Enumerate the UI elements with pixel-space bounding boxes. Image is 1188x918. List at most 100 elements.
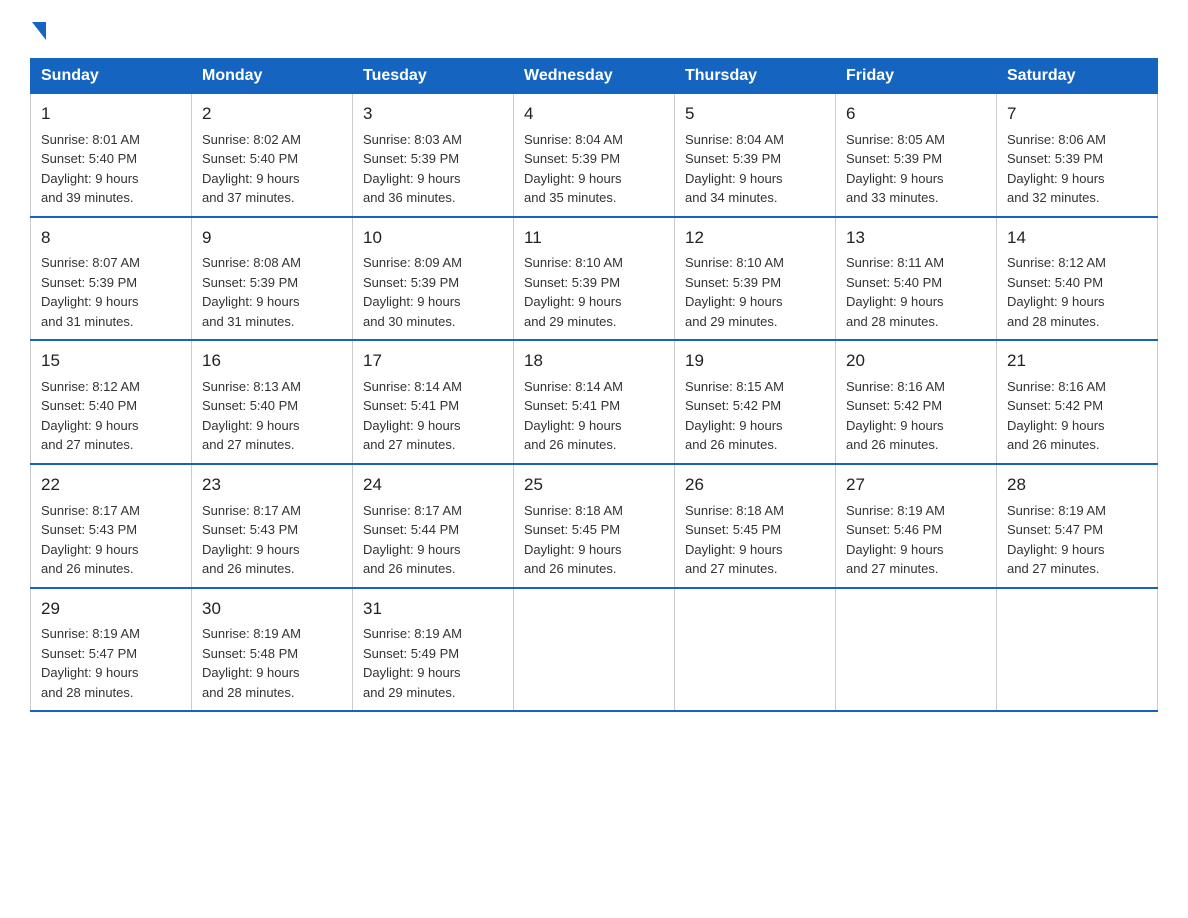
day-cell: 31Sunrise: 8:19 AMSunset: 5:49 PMDayligh… [353,588,514,712]
day-number: 6 [846,102,986,127]
day-number: 18 [524,349,664,374]
calendar-table: SundayMondayTuesdayWednesdayThursdayFrid… [30,58,1158,712]
day-number: 12 [685,226,825,251]
day-cell: 29Sunrise: 8:19 AMSunset: 5:47 PMDayligh… [31,588,192,712]
day-number: 23 [202,473,342,498]
day-cell: 14Sunrise: 8:12 AMSunset: 5:40 PMDayligh… [997,217,1158,341]
day-number: 2 [202,102,342,127]
header-wednesday: Wednesday [514,59,675,94]
day-info: Sunrise: 8:17 AMSunset: 5:44 PMDaylight:… [363,501,503,579]
day-info: Sunrise: 8:01 AMSunset: 5:40 PMDaylight:… [41,130,181,208]
day-number: 26 [685,473,825,498]
day-info: Sunrise: 8:12 AMSunset: 5:40 PMDaylight:… [41,377,181,455]
day-info: Sunrise: 8:15 AMSunset: 5:42 PMDaylight:… [685,377,825,455]
day-info: Sunrise: 8:16 AMSunset: 5:42 PMDaylight:… [1007,377,1147,455]
day-number: 30 [202,597,342,622]
day-info: Sunrise: 8:19 AMSunset: 5:46 PMDaylight:… [846,501,986,579]
day-number: 17 [363,349,503,374]
day-cell [836,588,997,712]
day-number: 31 [363,597,503,622]
day-number: 7 [1007,102,1147,127]
day-info: Sunrise: 8:06 AMSunset: 5:39 PMDaylight:… [1007,130,1147,208]
day-info: Sunrise: 8:10 AMSunset: 5:39 PMDaylight:… [685,253,825,331]
day-cell: 13Sunrise: 8:11 AMSunset: 5:40 PMDayligh… [836,217,997,341]
day-cell [997,588,1158,712]
day-number: 5 [685,102,825,127]
day-number: 13 [846,226,986,251]
day-info: Sunrise: 8:14 AMSunset: 5:41 PMDaylight:… [524,377,664,455]
day-info: Sunrise: 8:10 AMSunset: 5:39 PMDaylight:… [524,253,664,331]
day-cell: 15Sunrise: 8:12 AMSunset: 5:40 PMDayligh… [31,340,192,464]
day-cell: 8Sunrise: 8:07 AMSunset: 5:39 PMDaylight… [31,217,192,341]
header-monday: Monday [192,59,353,94]
day-info: Sunrise: 8:18 AMSunset: 5:45 PMDaylight:… [685,501,825,579]
day-cell: 1 Sunrise: 8:01 AMSunset: 5:40 PMDaylight… [31,94,192,217]
day-cell: 22 Sunrise: 8:17 AMSunset: 5:43 PMDayligh… [31,464,192,588]
day-number: 19 [685,349,825,374]
day-cell: 30Sunrise: 8:19 AMSunset: 5:48 PMDayligh… [192,588,353,712]
day-cell: 17 Sunrise: 8:14 AMSunset: 5:41 PMDayligh… [353,340,514,464]
day-cell [675,588,836,712]
day-info: Sunrise: 8:19 AMSunset: 5:48 PMDaylight:… [202,624,342,702]
day-cell: 21Sunrise: 8:16 AMSunset: 5:42 PMDayligh… [997,340,1158,464]
day-number: 28 [1007,473,1147,498]
day-info: Sunrise: 8:18 AMSunset: 5:45 PMDaylight:… [524,501,664,579]
week-row-4: 22 Sunrise: 8:17 AMSunset: 5:43 PMDayligh… [31,464,1158,588]
day-number: 11 [524,226,664,251]
day-number: 1 [41,102,181,127]
day-info: Sunrise: 8:17 AMSunset: 5:43 PMDaylight:… [41,501,181,579]
day-number: 8 [41,226,181,251]
day-cell: 19 Sunrise: 8:15 AMSunset: 5:42 PMDayligh… [675,340,836,464]
day-cell: 24 Sunrise: 8:17 AMSunset: 5:44 PMDayligh… [353,464,514,588]
day-cell: 18 Sunrise: 8:14 AMSunset: 5:41 PMDayligh… [514,340,675,464]
day-number: 14 [1007,226,1147,251]
day-cell: 12Sunrise: 8:10 AMSunset: 5:39 PMDayligh… [675,217,836,341]
day-cell: 3 Sunrise: 8:03 AMSunset: 5:39 PMDaylight… [353,94,514,217]
header-sunday: Sunday [31,59,192,94]
day-number: 3 [363,102,503,127]
day-info: Sunrise: 8:08 AMSunset: 5:39 PMDaylight:… [202,253,342,331]
day-number: 29 [41,597,181,622]
header-saturday: Saturday [997,59,1158,94]
week-row-1: 1 Sunrise: 8:01 AMSunset: 5:40 PMDaylight… [31,94,1158,217]
day-number: 27 [846,473,986,498]
day-cell: 16 Sunrise: 8:13 AMSunset: 5:40 PMDayligh… [192,340,353,464]
day-number: 9 [202,226,342,251]
day-number: 24 [363,473,503,498]
logo [30,20,46,40]
day-cell: 26 Sunrise: 8:18 AMSunset: 5:45 PMDayligh… [675,464,836,588]
day-cell: 10Sunrise: 8:09 AMSunset: 5:39 PMDayligh… [353,217,514,341]
day-cell: 6 Sunrise: 8:05 AMSunset: 5:39 PMDaylight… [836,94,997,217]
day-number: 22 [41,473,181,498]
day-cell: 25Sunrise: 8:18 AMSunset: 5:45 PMDayligh… [514,464,675,588]
page-header [30,20,1158,40]
day-info: Sunrise: 8:04 AMSunset: 5:39 PMDaylight:… [685,130,825,208]
day-info: Sunrise: 8:04 AMSunset: 5:39 PMDaylight:… [524,130,664,208]
header-thursday: Thursday [675,59,836,94]
day-info: Sunrise: 8:17 AMSunset: 5:43 PMDaylight:… [202,501,342,579]
day-cell: 27 Sunrise: 8:19 AMSunset: 5:46 PMDayligh… [836,464,997,588]
day-number: 20 [846,349,986,374]
logo-triangle-icon [32,22,46,40]
day-number: 4 [524,102,664,127]
day-info: Sunrise: 8:09 AMSunset: 5:39 PMDaylight:… [363,253,503,331]
day-info: Sunrise: 8:19 AMSunset: 5:47 PMDaylight:… [41,624,181,702]
day-info: Sunrise: 8:14 AMSunset: 5:41 PMDaylight:… [363,377,503,455]
day-info: Sunrise: 8:19 AMSunset: 5:47 PMDaylight:… [1007,501,1147,579]
day-info: Sunrise: 8:13 AMSunset: 5:40 PMDaylight:… [202,377,342,455]
day-info: Sunrise: 8:03 AMSunset: 5:39 PMDaylight:… [363,130,503,208]
day-number: 10 [363,226,503,251]
day-cell: 28 Sunrise: 8:19 AMSunset: 5:47 PMDayligh… [997,464,1158,588]
day-cell: 23 Sunrise: 8:17 AMSunset: 5:43 PMDayligh… [192,464,353,588]
day-cell: 20 Sunrise: 8:16 AMSunset: 5:42 PMDayligh… [836,340,997,464]
day-number: 16 [202,349,342,374]
header-row: SundayMondayTuesdayWednesdayThursdayFrid… [31,59,1158,94]
day-info: Sunrise: 8:07 AMSunset: 5:39 PMDaylight:… [41,253,181,331]
header-friday: Friday [836,59,997,94]
day-cell: 9Sunrise: 8:08 AMSunset: 5:39 PMDaylight… [192,217,353,341]
day-info: Sunrise: 8:16 AMSunset: 5:42 PMDaylight:… [846,377,986,455]
day-cell: 11Sunrise: 8:10 AMSunset: 5:39 PMDayligh… [514,217,675,341]
day-cell: 7 Sunrise: 8:06 AMSunset: 5:39 PMDaylight… [997,94,1158,217]
day-info: Sunrise: 8:19 AMSunset: 5:49 PMDaylight:… [363,624,503,702]
day-info: Sunrise: 8:05 AMSunset: 5:39 PMDaylight:… [846,130,986,208]
